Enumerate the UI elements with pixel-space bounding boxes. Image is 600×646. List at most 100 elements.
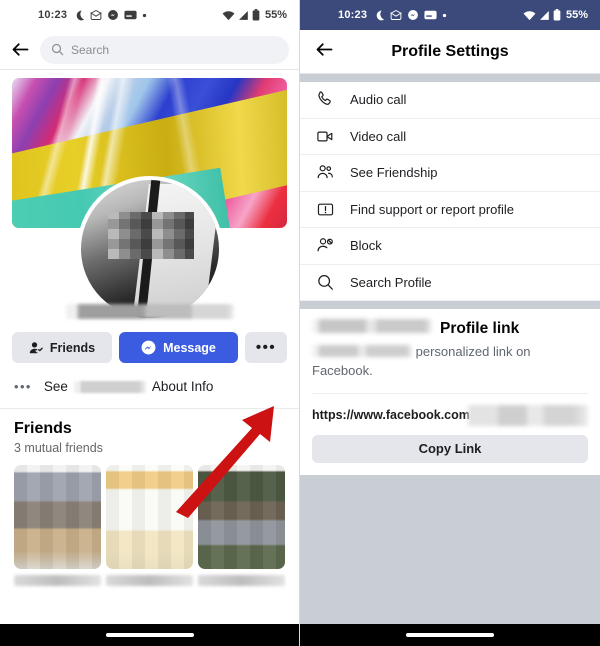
menu-item-block[interactable]: Block bbox=[300, 228, 600, 265]
profile-url-prefix: https://www.facebook.com bbox=[312, 408, 470, 423]
nav-home-pill[interactable] bbox=[406, 633, 494, 637]
status-notification-icons bbox=[374, 9, 447, 21]
empty-area bbox=[300, 474, 600, 646]
signal-icon bbox=[238, 10, 249, 21]
profile-name-redacted-inline bbox=[312, 345, 412, 357]
menu-item-audio-call[interactable]: Audio call bbox=[300, 82, 600, 119]
profile-url-redacted bbox=[467, 404, 588, 426]
moon-icon bbox=[374, 10, 385, 21]
more-dots-icon: ••• bbox=[255, 339, 277, 356]
mutual-friends-count: 3 mutual friends bbox=[14, 441, 103, 455]
friends-grid bbox=[14, 465, 285, 569]
menu-item-label: Find support or report profile bbox=[350, 201, 515, 217]
status-bar-right: 10:23 55% bbox=[300, 0, 600, 30]
profile-url-row[interactable]: https://www.facebook.com bbox=[312, 392, 588, 426]
battery-percent: 55% bbox=[565, 9, 588, 21]
status-system-icons: 55% bbox=[523, 9, 588, 21]
profile-settings-header: Profile Settings bbox=[300, 30, 600, 74]
profile-action-buttons: Friends Message ••• bbox=[0, 319, 299, 363]
mail-icon bbox=[90, 9, 102, 21]
section-divider bbox=[300, 301, 600, 309]
menu-item-video-call[interactable]: Video call bbox=[300, 119, 600, 155]
status-time: 10:23 bbox=[338, 9, 368, 21]
friends-button[interactable]: Friends bbox=[12, 332, 112, 363]
right-phone-screen: 10:23 55% Profile Settings Audio call Vi… bbox=[300, 0, 600, 646]
status-time: 10:23 bbox=[38, 9, 68, 21]
avatar[interactable] bbox=[76, 176, 223, 322]
about-row-text: See About Info bbox=[44, 379, 214, 394]
search-header: Search bbox=[0, 30, 299, 70]
friends-button-label: Friends bbox=[49, 340, 96, 355]
system-nav-bar bbox=[300, 624, 600, 646]
menu-item-label: See Friendship bbox=[350, 165, 438, 181]
status-system-icons: 55% bbox=[222, 9, 287, 21]
section-divider bbox=[300, 74, 600, 82]
profile-name-redacted bbox=[312, 319, 432, 333]
profile-name-redacted bbox=[65, 304, 234, 319]
about-prefix: See bbox=[43, 379, 68, 394]
dual-screenshot: 10:23 55% Search Friends Message ••• •••… bbox=[0, 0, 600, 646]
settings-menu: Audio call Video call See Friendship Fin… bbox=[300, 82, 600, 301]
friend-thumbnail[interactable] bbox=[106, 465, 193, 569]
battery-icon bbox=[252, 9, 260, 21]
wifi-icon bbox=[523, 10, 536, 21]
profile-link-card: Profile link personalized link on Facebo… bbox=[300, 309, 600, 475]
menu-item-find-support[interactable]: Find support or report profile bbox=[300, 192, 600, 228]
back-arrow-icon[interactable] bbox=[8, 38, 32, 62]
message-button-label: Message bbox=[163, 340, 216, 355]
friend-name-redacted bbox=[198, 575, 285, 586]
menu-item-label: Audio call bbox=[350, 92, 407, 108]
moon-icon bbox=[74, 10, 85, 21]
dot-icon bbox=[442, 13, 447, 18]
battery-icon bbox=[553, 9, 561, 21]
search-icon bbox=[315, 272, 335, 292]
person-check-icon bbox=[29, 341, 43, 355]
people-icon bbox=[315, 163, 335, 183]
card-icon bbox=[124, 10, 137, 20]
video-camera-icon bbox=[315, 126, 335, 146]
page-title: Profile Settings bbox=[391, 42, 509, 60]
message-button[interactable]: Message bbox=[118, 332, 238, 363]
mail-icon bbox=[390, 9, 402, 21]
battery-percent: 55% bbox=[264, 9, 287, 21]
profile-link-heading: Profile link bbox=[312, 319, 588, 338]
status-notification-icons bbox=[74, 9, 147, 21]
see-about-info-row[interactable]: ••• See About Info bbox=[0, 363, 299, 409]
dot-icon bbox=[142, 13, 147, 18]
more-options-button[interactable]: ••• bbox=[245, 332, 287, 363]
profile-link-description: personalized link on Facebook. bbox=[312, 343, 588, 381]
back-arrow-icon[interactable] bbox=[314, 39, 335, 65]
system-nav-bar bbox=[0, 624, 299, 646]
card-icon bbox=[424, 10, 437, 20]
friend-names-row bbox=[14, 569, 285, 586]
messenger-icon bbox=[141, 340, 156, 355]
signal-icon bbox=[539, 10, 550, 21]
about-suffix: About Info bbox=[151, 379, 214, 394]
about-name-redacted bbox=[73, 380, 146, 393]
chat-icon bbox=[107, 9, 119, 21]
menu-item-label: Block bbox=[350, 238, 382, 254]
friends-section-title: Friends bbox=[14, 420, 72, 437]
search-placeholder: Search bbox=[71, 42, 110, 57]
cover-photo-area bbox=[0, 70, 299, 322]
friend-name-redacted bbox=[14, 575, 101, 586]
search-input[interactable]: Search bbox=[40, 35, 289, 64]
chat-icon bbox=[407, 9, 419, 21]
phone-icon bbox=[315, 90, 335, 110]
alert-icon bbox=[315, 199, 335, 219]
menu-item-label: Search Profile bbox=[350, 274, 432, 290]
menu-item-label: Video call bbox=[350, 128, 407, 144]
friend-thumbnail[interactable] bbox=[14, 465, 101, 569]
friend-name-redacted bbox=[106, 575, 193, 586]
about-dots-icon: ••• bbox=[14, 379, 32, 394]
settings-body: Audio call Video call See Friendship Fin… bbox=[300, 74, 600, 646]
search-icon bbox=[51, 43, 64, 56]
wifi-icon bbox=[222, 10, 235, 21]
friend-thumbnail[interactable] bbox=[198, 465, 285, 569]
menu-item-see-friendship[interactable]: See Friendship bbox=[300, 155, 600, 192]
nav-home-pill[interactable] bbox=[105, 633, 194, 637]
block-person-icon bbox=[315, 236, 335, 256]
friends-section: Friends 3 mutual friends bbox=[0, 409, 299, 586]
menu-item-search-profile[interactable]: Search Profile bbox=[300, 265, 600, 301]
copy-link-button[interactable]: Copy Link bbox=[312, 434, 588, 463]
